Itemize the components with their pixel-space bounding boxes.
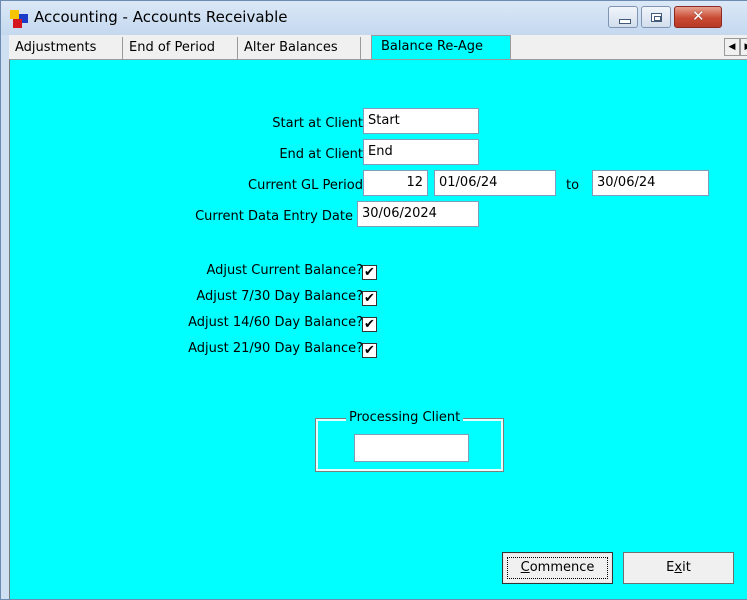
- adjust-14-60-day-balance-checkbox[interactable]: ✔: [362, 317, 377, 332]
- maximize-button[interactable]: [641, 6, 671, 28]
- tab-alter-balances[interactable]: Alter Balances: [238, 37, 361, 59]
- tab-strip: Adjustments End of Period Alter Balances…: [9, 35, 747, 60]
- gl-period-input[interactable]: 12: [363, 170, 428, 196]
- exit-label-end: it: [682, 560, 691, 575]
- gl-period-to-input[interactable]: 30/06/24: [592, 170, 709, 196]
- tab-adjustments[interactable]: Adjustments: [9, 37, 123, 59]
- end-at-client-label: End at Client: [279, 147, 363, 162]
- data-entry-date-input[interactable]: 30/06/2024: [357, 201, 479, 227]
- close-button[interactable]: ✕: [674, 6, 722, 28]
- tab-scroll-right-button[interactable]: ▶: [740, 38, 747, 56]
- gl-period-to-label: to: [566, 178, 580, 193]
- exit-button[interactable]: Exit: [623, 552, 734, 584]
- tab-balance-re-age[interactable]: Balance Re-Age: [371, 35, 511, 60]
- check-mark-icon: ✔: [364, 265, 375, 280]
- adjust-21-90-day-balance-checkbox[interactable]: ✔: [362, 343, 377, 358]
- adjust-7-30-day-balance-label: Adjust 7/30 Day Balance?: [196, 289, 363, 304]
- exit-mnemonic: x: [674, 560, 683, 575]
- adjust-21-90-day-balance-label: Adjust 21/90 Day Balance?: [188, 341, 363, 356]
- end-at-client-input[interactable]: End: [363, 139, 479, 165]
- minimize-button[interactable]: [608, 6, 638, 28]
- arrow-left-icon: ◀: [728, 42, 736, 52]
- processing-client-legend: Processing Client: [346, 410, 464, 425]
- check-mark-icon: ✔: [364, 291, 375, 306]
- focus-rectangle: [507, 557, 608, 579]
- start-at-client-label: Start at Client: [272, 116, 363, 131]
- close-icon: ✕: [692, 7, 705, 25]
- window-title: Accounting - Accounts Receivable: [34, 8, 288, 26]
- processing-client-display: [354, 434, 469, 462]
- check-mark-icon: ✔: [364, 343, 375, 358]
- title-bar[interactable]: Accounting - Accounts Receivable ✕: [1, 1, 747, 35]
- adjust-current-balance-label: Adjust Current Balance?: [206, 263, 363, 278]
- tab-end-of-period[interactable]: End of Period: [123, 37, 238, 59]
- app-window: Accounting - Accounts Receivable ✕ Adjus…: [0, 0, 747, 600]
- current-data-entry-date-label: Current Data Entry Date: [195, 209, 353, 224]
- balance-re-age-panel: Start at Client Start End at Client End …: [9, 59, 747, 599]
- adjust-7-30-day-balance-checkbox[interactable]: ✔: [362, 291, 377, 306]
- gl-period-from-input[interactable]: 01/06/24: [434, 170, 556, 196]
- adjust-14-60-day-balance-label: Adjust 14/60 Day Balance?: [188, 315, 363, 330]
- adjust-current-balance-checkbox[interactable]: ✔: [362, 265, 377, 280]
- current-gl-period-label: Current GL Period: [248, 178, 363, 193]
- tab-scroll-left-button[interactable]: ◀: [724, 38, 740, 56]
- minimize-icon: [619, 19, 631, 24]
- start-at-client-input[interactable]: Start: [363, 108, 479, 134]
- app-icon: [10, 10, 28, 28]
- commence-button[interactable]: Commence: [502, 552, 613, 584]
- maximize-icon: [651, 13, 662, 22]
- check-mark-icon: ✔: [364, 317, 375, 332]
